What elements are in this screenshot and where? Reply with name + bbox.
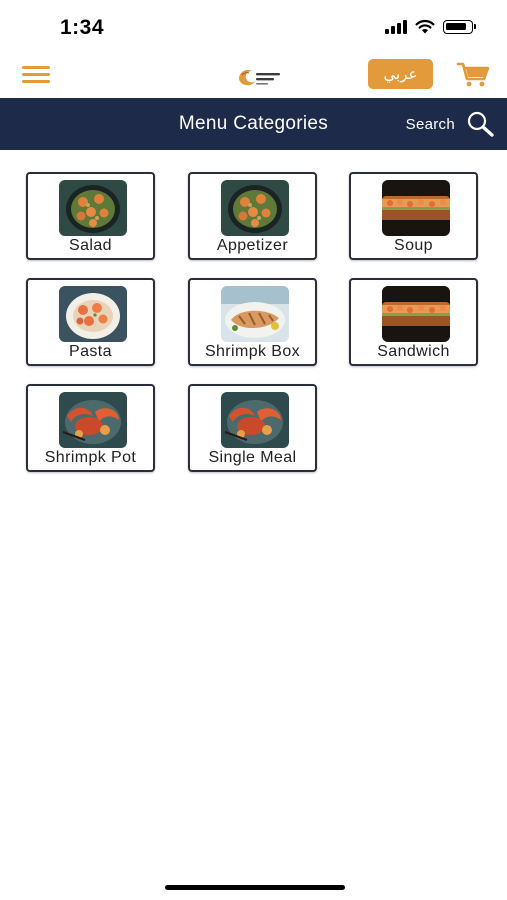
home-indicator <box>165 885 345 890</box>
category-label: Salad <box>69 237 112 254</box>
status-icons <box>385 19 476 34</box>
category-label: Pasta <box>69 343 112 360</box>
language-toggle-button[interactable]: عربي <box>368 59 433 89</box>
category-image <box>221 180 289 236</box>
category-image <box>382 180 450 236</box>
cellular-signal-icon <box>385 19 407 34</box>
category-card-shrimpk-box[interactable]: Shrimpk Box <box>188 278 317 366</box>
category-image <box>59 286 127 342</box>
search-icon <box>467 111 494 137</box>
search-button[interactable]: Search <box>406 110 495 138</box>
category-image <box>221 392 289 448</box>
category-label: Sandwich <box>377 343 450 360</box>
battery-icon <box>443 19 476 34</box>
category-card-salad[interactable]: Salad <box>26 172 155 260</box>
category-image <box>382 286 450 342</box>
category-card-soup[interactable]: Soup <box>349 172 478 260</box>
category-label: Shrimpk Box <box>204 343 301 360</box>
cart-icon[interactable] <box>456 60 490 88</box>
category-card-sandwich[interactable]: Sandwich <box>349 278 478 366</box>
category-nav-bar: Menu Categories Search <box>0 98 507 150</box>
category-card-single-meal[interactable]: Single Meal <box>188 384 317 472</box>
category-image <box>221 286 289 342</box>
category-image <box>59 180 127 236</box>
status-time: 1:34 <box>60 16 105 39</box>
category-image <box>59 392 127 448</box>
search-label: Search <box>405 115 455 133</box>
status-bar: 1:34 <box>0 0 507 56</box>
shrimp-logo <box>239 69 280 86</box>
category-label: Single Meal <box>208 449 297 466</box>
wifi-icon <box>415 19 435 34</box>
category-card-shrimpk-pot[interactable]: Shrimpk Pot <box>26 384 155 472</box>
category-label: Appetizer <box>216 237 289 254</box>
app-header: عربي <box>0 56 507 98</box>
category-card-pasta[interactable]: Pasta <box>26 278 155 366</box>
category-label: Soup <box>394 237 433 254</box>
category-card-appetizer[interactable]: Appetizer <box>188 172 317 260</box>
hamburger-menu-icon[interactable] <box>20 62 52 88</box>
category-label: Shrimpk Pot <box>44 449 137 466</box>
